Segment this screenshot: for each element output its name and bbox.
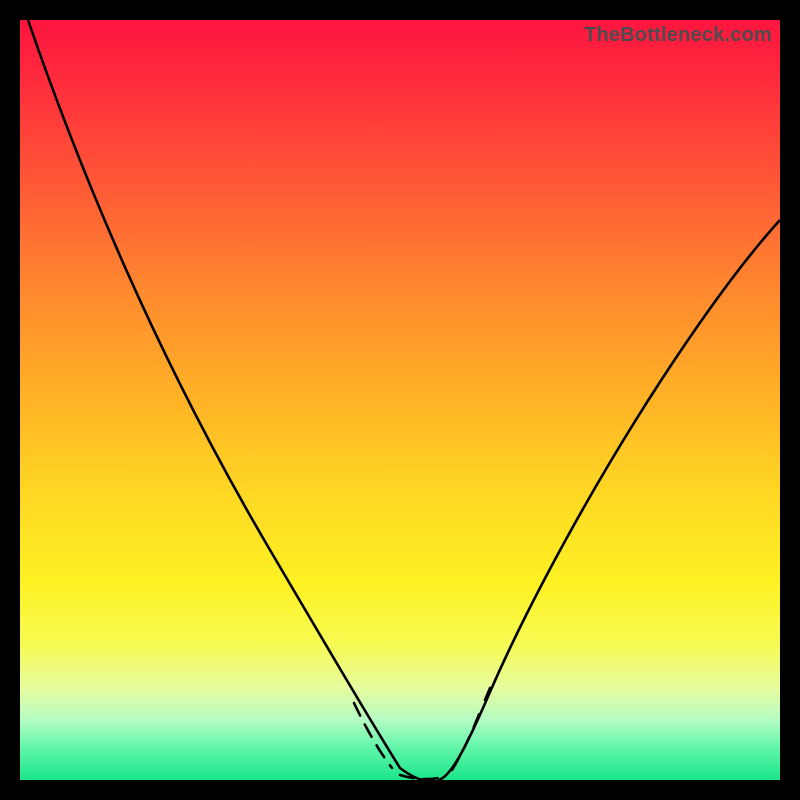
plot-area: TheBottleneck.com	[20, 20, 780, 780]
curve-left	[28, 20, 425, 780]
chart-svg	[20, 20, 780, 780]
minimum-marker-band	[354, 688, 490, 779]
curve-right	[438, 220, 780, 780]
